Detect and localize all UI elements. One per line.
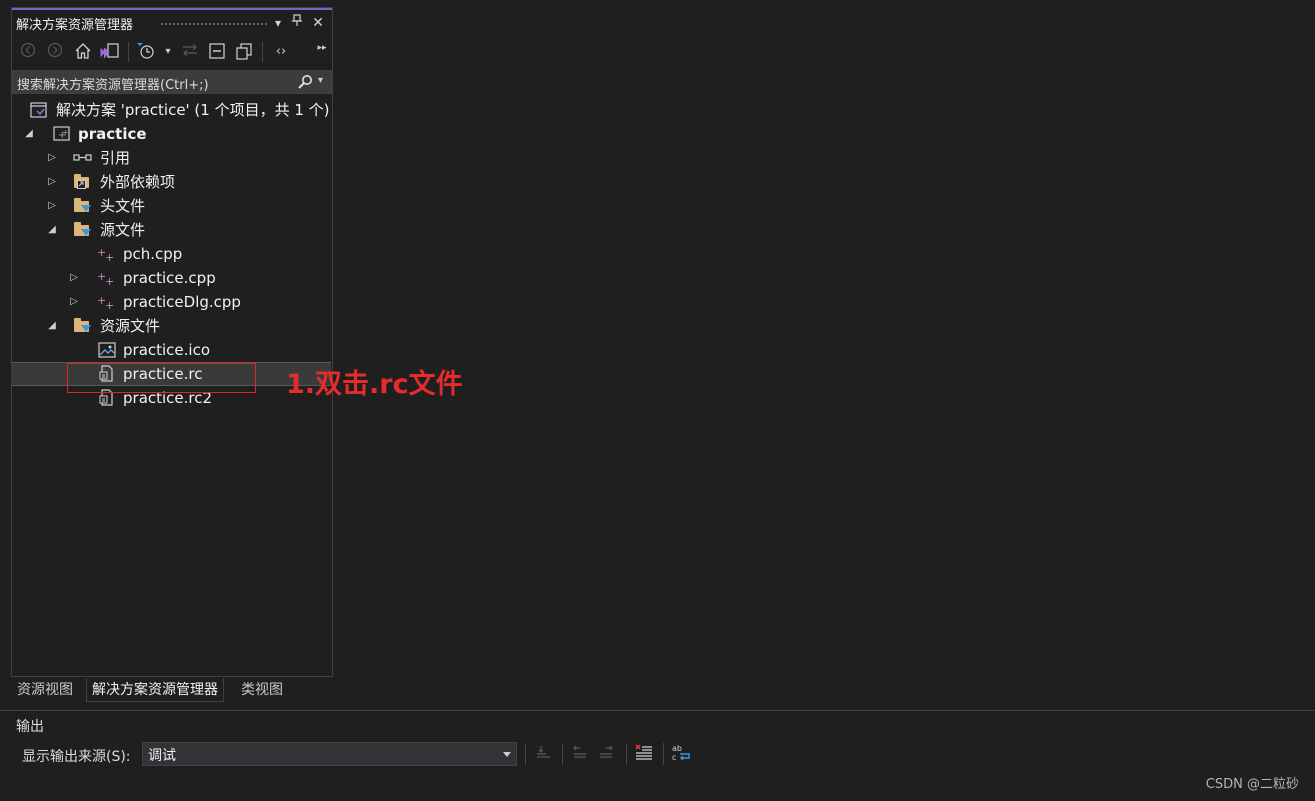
annotation-highlight-box — [67, 363, 256, 393]
filter-dropdown-icon[interactable]: ▾ — [158, 42, 178, 62]
watermark: CSDN @二粒砂 — [1205, 777, 1299, 792]
solution-label: 解决方案 'practice' (1 个项目，共 1 个) — [56, 101, 330, 119]
cpp-file-icon: + + — [97, 293, 115, 312]
search-icon[interactable] — [297, 74, 315, 94]
output-title: 输出 — [16, 719, 44, 735]
collapsed-arrow-icon[interactable]: ▷ — [46, 194, 58, 218]
tree-item-practice-ico[interactable]: practice.ico — [11, 338, 331, 362]
forward-icon[interactable] — [45, 42, 65, 62]
toolbar-separator — [262, 42, 263, 62]
external-deps-folder-icon — [73, 173, 91, 191]
home-icon[interactable] — [73, 42, 93, 62]
search-options-dropdown-icon[interactable]: ▾ — [318, 75, 323, 86]
cpp-file-icon: + + — [97, 269, 115, 288]
solution-explorer-search[interactable]: 搜索解决方案资源管理器(Ctrl+;) ▾ — [12, 70, 332, 94]
tree-item-header-files[interactable]: ▷ 头文件 — [11, 194, 331, 218]
tree-item-references[interactable]: ▷ 引用 — [11, 146, 331, 170]
close-icon[interactable]: ✕ — [310, 14, 326, 32]
go-to-previous-message-icon[interactable] — [569, 743, 591, 765]
tree-item-resource-files[interactable]: ◢ 资源文件 — [11, 314, 331, 338]
svg-text:+: + — [105, 275, 114, 287]
toolbar-separator — [562, 743, 563, 765]
solution-icon — [30, 101, 48, 119]
tree-item-practice-cpp[interactable]: ▷ + + practice.cpp — [11, 266, 331, 290]
output-source-label: 显示输出来源(S): — [22, 749, 131, 765]
collapsed-arrow-icon[interactable]: ▷ — [46, 146, 58, 170]
back-icon[interactable] — [18, 42, 38, 62]
panel-title: 解决方案资源管理器 — [16, 18, 134, 33]
tree-item-practicedlg-cpp[interactable]: ▷ + + practiceDlg.cpp — [11, 290, 331, 314]
svg-text:ab: ab — [672, 744, 682, 753]
collapse-all-icon[interactable] — [207, 42, 227, 62]
svg-text:+: + — [105, 251, 114, 263]
tree-item-pch-cpp[interactable]: + + pch.cpp — [11, 242, 331, 266]
code-view-icon[interactable]: ‹› — [271, 42, 291, 62]
toolbar-separator — [525, 743, 526, 765]
tab-resource-view[interactable]: 资源视图 — [17, 678, 73, 702]
toggle-word-wrap-icon[interactable]: ab c — [670, 743, 692, 765]
resource-files-label: 资源文件 — [100, 317, 161, 335]
sync-with-active-document-icon[interactable] — [180, 42, 200, 62]
solution-explorer-titlebar: 解决方案资源管理器 ▾ ✕ — [12, 8, 332, 35]
toolbar-overflow-icon[interactable]: ▸▸ — [316, 38, 328, 58]
go-to-next-message-icon[interactable] — [595, 743, 617, 765]
source-files-label: 源文件 — [100, 221, 146, 239]
external-deps-label: 外部依赖项 — [100, 173, 176, 191]
pch-cpp-label: pch.cpp — [123, 245, 183, 263]
practicedlg-cpp-label: practiceDlg.cpp — [123, 293, 241, 311]
references-label: 引用 — [100, 149, 131, 167]
clear-all-icon[interactable] — [633, 743, 655, 765]
cpp-file-icon: + + — [97, 245, 115, 264]
filter-folder-icon — [73, 317, 91, 335]
filter-folder-icon — [73, 197, 91, 215]
window-position-dropdown-icon[interactable]: ▾ — [270, 14, 286, 32]
image-file-icon — [98, 341, 116, 359]
chevron-down-icon[interactable] — [503, 752, 511, 757]
pin-icon[interactable] — [289, 14, 305, 32]
toolbar-separator — [626, 743, 627, 765]
solution-explorer-toolbar: ▾ ‹› ▸▸ — [12, 36, 332, 68]
collapsed-arrow-icon[interactable]: ▷ — [46, 170, 58, 194]
show-all-files-icon[interactable] — [234, 42, 254, 62]
output-panel: 输出 显示输出来源(S): 调试 ab c CSDN @二粒砂 — [0, 710, 1315, 801]
practice-cpp-label: practice.cpp — [123, 269, 216, 287]
svg-text:+: + — [62, 128, 69, 137]
output-source-value: 调试 — [148, 748, 176, 764]
output-source-select[interactable]: 调试 — [142, 742, 517, 766]
switch-views-icon[interactable] — [100, 42, 120, 62]
filter-folder-icon — [73, 221, 91, 239]
search-input[interactable]: 搜索解决方案资源管理器(Ctrl+;) — [17, 74, 209, 93]
pending-changes-filter-icon[interactable] — [136, 42, 156, 62]
collapsed-arrow-icon[interactable]: ▷ — [68, 266, 80, 290]
expanded-arrow-icon[interactable]: ◢ — [46, 314, 58, 338]
tab-solution-explorer[interactable]: 解决方案资源管理器 — [86, 678, 224, 702]
find-message-in-code-icon[interactable] — [532, 743, 554, 765]
drag-grip[interactable] — [160, 22, 268, 27]
svg-text:c: c — [672, 753, 676, 762]
tree-item-solution[interactable]: 解决方案 'practice' (1 个项目，共 1 个) — [11, 98, 331, 122]
collapsed-arrow-icon[interactable]: ▷ — [68, 290, 80, 314]
expanded-arrow-icon[interactable]: ◢ — [46, 218, 58, 242]
references-icon — [73, 149, 92, 167]
tree-item-external-deps[interactable]: ▷ 外部依赖项 — [11, 170, 331, 194]
cpp-project-icon: + + — [53, 125, 71, 143]
svg-text:+: + — [105, 299, 114, 311]
toolbar-separator — [128, 42, 129, 62]
project-label: practice — [78, 125, 147, 143]
tree-item-project[interactable]: ◢ + + practice — [11, 122, 331, 146]
practice-ico-label: practice.ico — [123, 341, 211, 359]
tab-class-view[interactable]: 类视图 — [241, 678, 283, 702]
annotation-text: 1.双击.rc文件 — [286, 369, 463, 400]
toolbar-separator — [663, 743, 664, 765]
header-files-label: 头文件 — [100, 197, 146, 215]
tree-item-source-files[interactable]: ◢ 源文件 — [11, 218, 331, 242]
expanded-arrow-icon[interactable]: ◢ — [23, 122, 35, 146]
